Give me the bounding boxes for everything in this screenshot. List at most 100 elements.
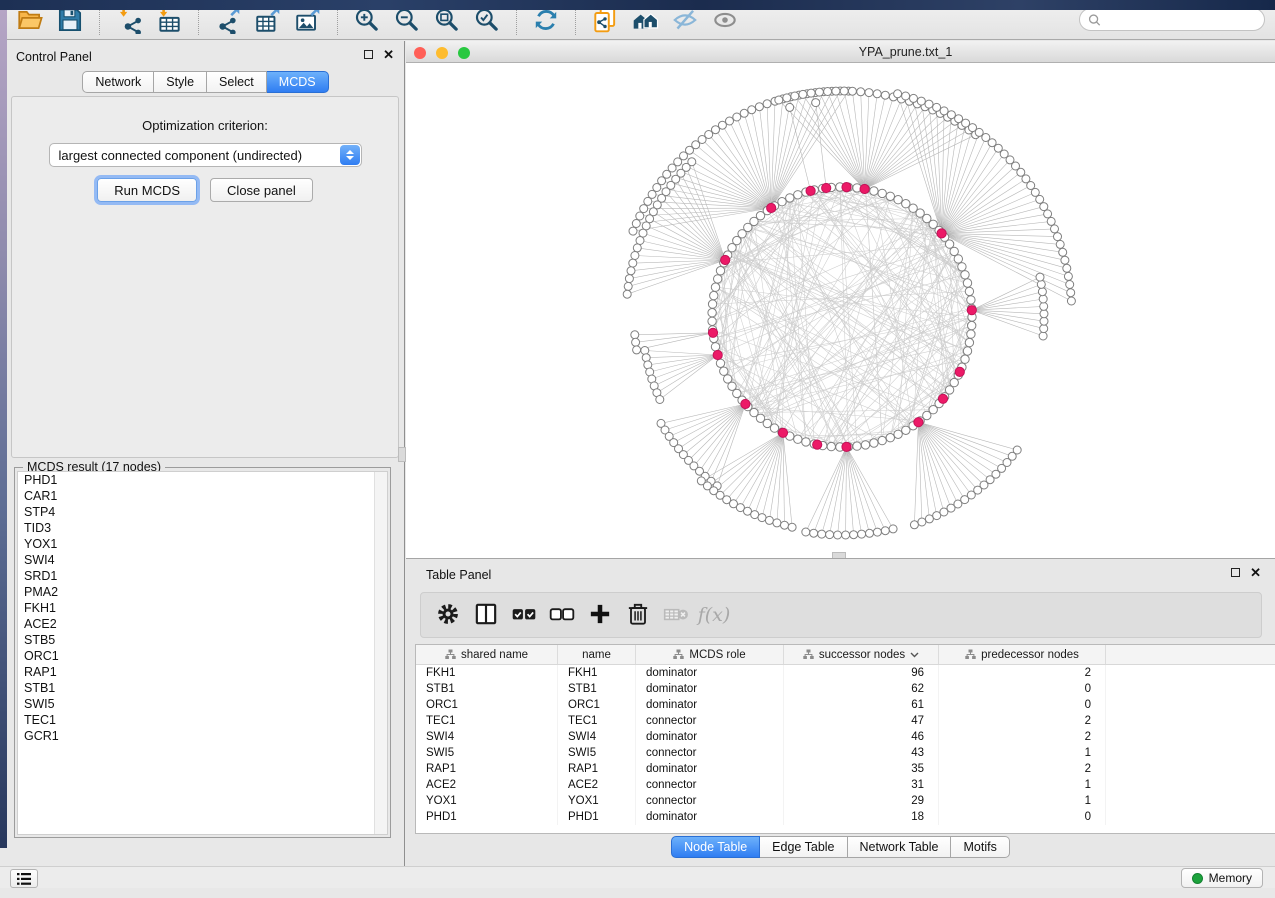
table-row[interactable]: SWI5SWI5connector431 bbox=[416, 745, 1275, 761]
mcds-result-node[interactable]: CAR1 bbox=[18, 488, 387, 504]
table-row[interactable]: SWI4SWI4dominator462 bbox=[416, 729, 1275, 745]
table-row[interactable]: YOX1YOX1connector291 bbox=[416, 793, 1275, 809]
delete-icon bbox=[624, 600, 652, 631]
close-window-traffic-light[interactable] bbox=[414, 47, 426, 59]
network-window-titlebar[interactable]: YPA_prune.txt_1 bbox=[406, 41, 1275, 63]
mcds-result-node[interactable]: PHD1 bbox=[18, 472, 387, 488]
mcds-result-node[interactable]: YOX1 bbox=[18, 536, 387, 552]
control-panel: Control Panel ✕ NetworkStyleSelectMCDS O… bbox=[7, 41, 405, 866]
table-cell: 2 bbox=[939, 665, 1106, 681]
table-cell: 1 bbox=[939, 777, 1106, 793]
vertical-splitter-grip[interactable] bbox=[398, 447, 406, 462]
add-column-button[interactable] bbox=[581, 596, 619, 634]
memory-button-label: Memory bbox=[1209, 871, 1252, 885]
function-builder-button: f(x) bbox=[695, 596, 733, 634]
tab-style[interactable]: Style bbox=[154, 71, 207, 93]
mcds-result-node[interactable]: STB5 bbox=[18, 632, 387, 648]
mcds-result-list[interactable]: PHD1CAR1STP4TID3YOX1SWI4SRD1PMA2FKH1ACE2… bbox=[17, 471, 388, 835]
tab-motifs[interactable]: Motifs bbox=[951, 836, 1009, 858]
mcds-result-group: MCDS result (17 nodes) PHD1CAR1STP4TID3Y… bbox=[14, 467, 391, 838]
split-columns-button[interactable] bbox=[467, 596, 505, 634]
maximize-window-traffic-light[interactable] bbox=[458, 47, 470, 59]
table-row[interactable]: FKH1FKH1dominator962 bbox=[416, 665, 1275, 681]
memory-button[interactable]: Memory bbox=[1181, 868, 1263, 888]
column-header-name[interactable]: name bbox=[558, 645, 636, 664]
float-table-panel-icon[interactable] bbox=[1231, 568, 1240, 577]
mcds-result-node[interactable]: TID3 bbox=[18, 520, 387, 536]
network-view-window: YPA_prune.txt_1 bbox=[406, 41, 1275, 558]
mcds-result-node[interactable]: RAP1 bbox=[18, 664, 387, 680]
control-panel-tabbar: NetworkStyleSelectMCDS bbox=[7, 71, 404, 93]
tab-edge-table[interactable]: Edge Table bbox=[760, 836, 847, 858]
close-panel-button[interactable]: Close panel bbox=[210, 178, 313, 202]
criterion-select[interactable]: largest connected component (undirected) bbox=[49, 143, 362, 167]
table-cell: dominator bbox=[636, 809, 784, 825]
mcds-result-node[interactable]: TEC1 bbox=[18, 712, 387, 728]
tab-mcds[interactable]: MCDS bbox=[267, 71, 329, 93]
select-all-button[interactable] bbox=[505, 596, 543, 634]
close-panel-icon[interactable]: ✕ bbox=[383, 50, 394, 59]
mcds-tab-content: Optimization criterion: largest connecte… bbox=[11, 96, 399, 458]
mcds-result-node[interactable]: ORC1 bbox=[18, 648, 387, 664]
table-cell: PHD1 bbox=[558, 809, 636, 825]
float-panel-icon[interactable] bbox=[364, 50, 373, 59]
table-cell: 0 bbox=[939, 697, 1106, 713]
table-row[interactable]: TEC1TEC1connector472 bbox=[416, 713, 1275, 729]
table-cell: connector bbox=[636, 713, 784, 729]
gear-button[interactable] bbox=[429, 596, 467, 634]
node-table[interactable]: shared namenameMCDS rolesuccessor nodesp… bbox=[415, 644, 1275, 834]
tab-network-table[interactable]: Network Table bbox=[848, 836, 952, 858]
tab-select[interactable]: Select bbox=[207, 71, 267, 93]
network-graph[interactable] bbox=[406, 63, 1273, 557]
table-cell: 62 bbox=[784, 681, 939, 697]
table-cell: TEC1 bbox=[416, 713, 558, 729]
deselect-all-icon bbox=[548, 600, 576, 631]
result-list-scrollbar[interactable] bbox=[374, 472, 387, 834]
table-row[interactable]: ORC1ORC1dominator610 bbox=[416, 697, 1275, 713]
tab-node-table[interactable]: Node Table bbox=[671, 836, 760, 858]
column-header-successor-nodes[interactable]: successor nodes bbox=[784, 645, 939, 664]
mcds-result-node[interactable]: SWI5 bbox=[18, 696, 387, 712]
control-panel-header: Control Panel ✕ bbox=[7, 41, 404, 71]
table-cell: connector bbox=[636, 777, 784, 793]
satellite-nodes[interactable] bbox=[623, 87, 1075, 539]
search-input[interactable] bbox=[1101, 13, 1256, 27]
add-column-icon bbox=[586, 600, 614, 631]
tab-network[interactable]: Network bbox=[82, 71, 154, 93]
run-mcds-button[interactable]: Run MCDS bbox=[97, 178, 197, 202]
delete-column-button bbox=[657, 596, 695, 634]
table-cell: PHD1 bbox=[416, 809, 558, 825]
table-row[interactable]: ACE2ACE2connector311 bbox=[416, 777, 1275, 793]
table-cell: SWI5 bbox=[558, 745, 636, 761]
table-row[interactable]: RAP1RAP1dominator352 bbox=[416, 761, 1275, 777]
mcds-result-node[interactable]: SRD1 bbox=[18, 568, 387, 584]
column-header-shared-name[interactable]: shared name bbox=[416, 645, 558, 664]
close-table-panel-icon[interactable]: ✕ bbox=[1250, 568, 1261, 577]
search-field[interactable] bbox=[1079, 8, 1265, 31]
desktop-wallpaper-bottom bbox=[0, 0, 1275, 10]
table-row[interactable]: STB1STB1dominator620 bbox=[416, 681, 1275, 697]
mcds-result-node[interactable]: SWI4 bbox=[18, 552, 387, 568]
table-cell: 46 bbox=[784, 729, 939, 745]
column-header-MCDS-role[interactable]: MCDS role bbox=[636, 645, 784, 664]
mcds-result-node[interactable]: FKH1 bbox=[18, 600, 387, 616]
table-cell: ACE2 bbox=[558, 777, 636, 793]
network-canvas[interactable] bbox=[406, 63, 1275, 557]
deselect-all-button[interactable] bbox=[543, 596, 581, 634]
delete-button[interactable] bbox=[619, 596, 657, 634]
mcds-result-node[interactable]: PMA2 bbox=[18, 584, 387, 600]
mcds-result-node[interactable]: STB1 bbox=[18, 680, 387, 696]
table-cell: YOX1 bbox=[558, 793, 636, 809]
show-panels-list-button[interactable] bbox=[10, 869, 38, 888]
mcds-result-node[interactable]: STP4 bbox=[18, 504, 387, 520]
mcds-result-node[interactable]: GCR1 bbox=[18, 728, 387, 744]
table-cell: connector bbox=[636, 793, 784, 809]
table-cell: 61 bbox=[784, 697, 939, 713]
select-stepper-icon bbox=[340, 145, 360, 165]
column-header-predecessor-nodes[interactable]: predecessor nodes bbox=[939, 645, 1106, 664]
table-row[interactable]: PHD1PHD1dominator180 bbox=[416, 809, 1275, 825]
table-cell: STB1 bbox=[558, 681, 636, 697]
minimize-window-traffic-light[interactable] bbox=[436, 47, 448, 59]
attribute-type-icon bbox=[673, 649, 684, 660]
mcds-result-node[interactable]: ACE2 bbox=[18, 616, 387, 632]
